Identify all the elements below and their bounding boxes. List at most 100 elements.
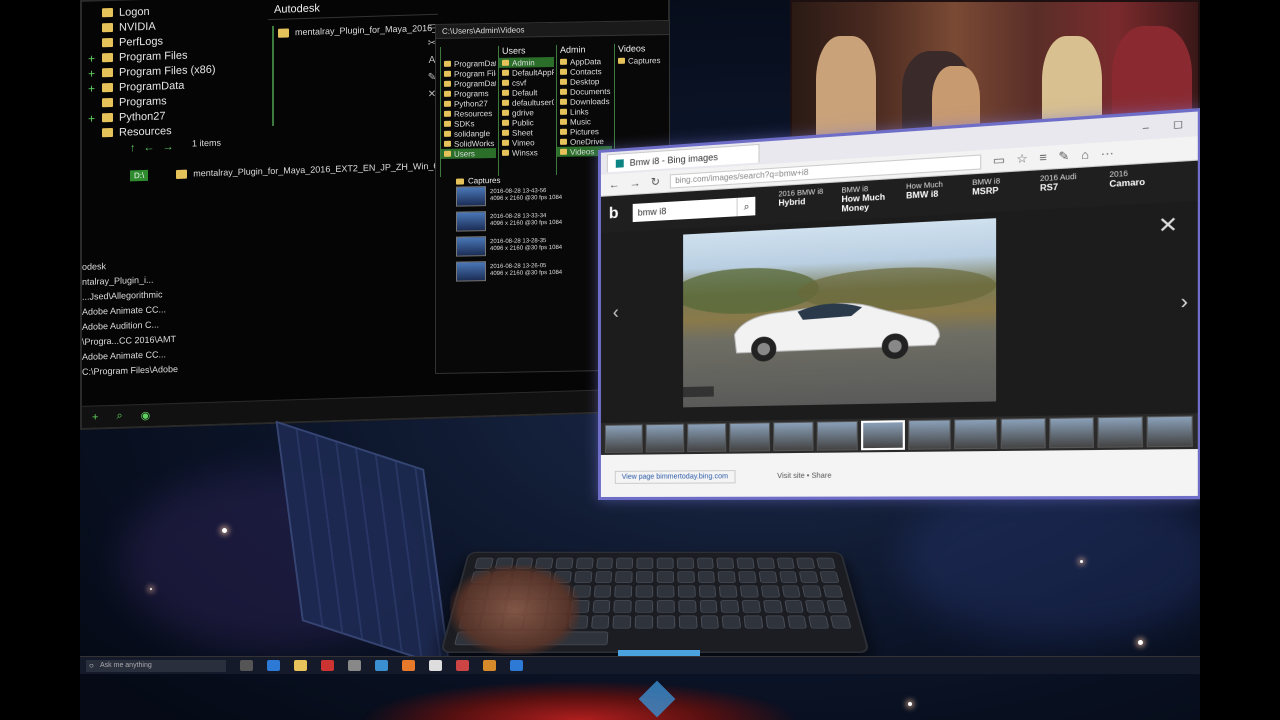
app-icon[interactable]: [375, 660, 388, 671]
keyboard-key[interactable]: [616, 557, 634, 569]
hub-icon[interactable]: ≡: [1039, 151, 1046, 165]
keyboard-key[interactable]: [738, 571, 757, 583]
keyboard-key[interactable]: [739, 585, 759, 598]
image-thumbnail[interactable]: [729, 422, 770, 452]
keyboard-key[interactable]: [677, 571, 695, 583]
folder-item[interactable]: Resources: [441, 108, 496, 119]
recent-item[interactable]: C:\Program Files\Adobe: [82, 363, 202, 382]
keyboard-key[interactable]: [721, 615, 742, 629]
app-icon[interactable]: [321, 660, 334, 671]
search-input[interactable]: bmw i8 ⌕: [632, 196, 756, 223]
keyboard-key[interactable]: [796, 557, 816, 569]
keyboard-key[interactable]: [656, 600, 675, 613]
note-icon[interactable]: ✎: [1059, 149, 1070, 164]
video-file-item[interactable]: 2016-08-28 13-28-35 4096 x 2160 @30 fps 1…: [456, 232, 596, 258]
app-icon[interactable]: [348, 660, 361, 671]
video-file-item[interactable]: 2016-08-28 13-33-34 4096 x 2160 @30 fps 1…: [456, 207, 596, 233]
refresh-icon[interactable]: ↻: [651, 175, 660, 189]
keyboard-key[interactable]: [719, 585, 738, 598]
keyboard-key[interactable]: [678, 600, 697, 613]
keyboard-key[interactable]: [678, 615, 698, 629]
search-icon[interactable]: ⌕: [116, 410, 122, 423]
keyboard-key[interactable]: [656, 585, 675, 598]
reading-view-icon[interactable]: ▭: [993, 153, 1005, 168]
keyboard-key[interactable]: [762, 600, 783, 613]
folder-item[interactable]: Downloads: [557, 96, 612, 107]
expand-icon[interactable]: +: [88, 66, 102, 80]
favorite-star-icon[interactable]: ☆: [1016, 151, 1027, 167]
related-search-item[interactable]: 2016 Camaro: [1109, 168, 1163, 200]
keyboard-key[interactable]: [593, 585, 612, 598]
expand-icon[interactable]: +: [88, 51, 102, 65]
image-thumbnail[interactable]: [772, 421, 814, 452]
keyboard-key[interactable]: [778, 571, 799, 583]
image-thumbnail[interactable]: [1001, 417, 1046, 449]
minimize-icon[interactable]: –: [1143, 121, 1149, 134]
keyboard-key[interactable]: [635, 585, 654, 598]
keyboard-key[interactable]: [636, 557, 654, 569]
folder-item[interactable]: Python27: [441, 98, 496, 109]
keyboard-key[interactable]: [756, 557, 775, 569]
folder-item[interactable]: DefaultAppPool: [499, 67, 554, 78]
related-search-item[interactable]: How Much BMW i8: [906, 181, 956, 212]
image-thumbnail[interactable]: [645, 423, 685, 453]
selected-row[interactable]: D:\ mentalray_Plugin_for_Maya_2016_EXT2_…: [130, 159, 450, 182]
folder-item[interactable]: defaultuser0: [499, 97, 554, 108]
up-arrow-icon[interactable]: ↑: [130, 142, 136, 154]
keyboard-key[interactable]: [613, 600, 632, 613]
keyboard-key[interactable]: [819, 571, 840, 583]
keyboard-key[interactable]: [741, 600, 762, 613]
keyboard-key[interactable]: [614, 585, 633, 598]
video-file-item[interactable]: 2016-08-28 13-26-05 4096 x 2160 @30 fps 1…: [456, 257, 596, 283]
related-search-item[interactable]: BMW i8 MSRP: [972, 177, 1024, 208]
folder-item[interactable]: SolidWorks Data: [441, 138, 496, 149]
app-icon[interactable]: [429, 660, 442, 671]
image-thumbnail[interactable]: [1097, 416, 1143, 448]
keyboard-key[interactable]: [823, 585, 844, 598]
forward-arrow-icon[interactable]: →: [163, 141, 174, 153]
keyboard-key[interactable]: [765, 615, 786, 629]
keyboard-key[interactable]: [786, 615, 808, 629]
edge-icon[interactable]: [267, 660, 280, 671]
folder-item[interactable]: Program Files: [441, 68, 496, 79]
file-explorer-icon[interactable]: [294, 660, 307, 671]
folder-item[interactable]: Users: [441, 147, 496, 159]
keyboard-key[interactable]: [802, 585, 823, 598]
related-search-item[interactable]: BMW i8 How Much Money: [842, 185, 891, 215]
close-icon[interactable]: ✕: [1158, 211, 1178, 240]
image-thumbnail[interactable]: [687, 422, 727, 453]
keyboard-key[interactable]: [656, 557, 674, 569]
back-icon[interactable]: ←: [609, 178, 620, 191]
keyboard-key[interactable]: [656, 571, 674, 583]
car-image[interactable]: [683, 218, 997, 408]
keyboard-key[interactable]: [676, 557, 694, 569]
address-bar[interactable]: C:\Users\Admin\Videos: [436, 20, 669, 40]
settings-icon[interactable]: ◉: [141, 409, 151, 422]
keyboard-key[interactable]: [636, 571, 654, 583]
keyboard-key[interactable]: [635, 600, 654, 613]
keyboard-key[interactable]: [805, 600, 826, 613]
taskbar-search-input[interactable]: Ask me anything: [86, 659, 226, 672]
keyboard-key[interactable]: [781, 585, 802, 598]
keyboard-key[interactable]: [696, 557, 715, 569]
keyboard-key[interactable]: [697, 571, 716, 583]
keyboard-key[interactable]: [808, 615, 830, 629]
expand-icon[interactable]: +: [88, 111, 102, 125]
view-page-button[interactable]: View page bimmertoday.bing.com: [614, 469, 736, 484]
keyboard-key[interactable]: [592, 600, 611, 613]
folder-item[interactable]: Captures: [615, 55, 670, 66]
keyboard-key[interactable]: [826, 600, 848, 613]
image-thumbnail[interactable]: [1048, 417, 1094, 449]
folder-item[interactable]: Documents: [557, 86, 612, 97]
keyboard-key[interactable]: [784, 600, 805, 613]
task-view-icon[interactable]: [240, 660, 253, 671]
related-search-item[interactable]: 2016 BMW i8 Hybrid: [778, 188, 826, 218]
related-search-item[interactable]: 2016 Audi RS7: [1040, 173, 1093, 204]
keyboard-key[interactable]: [736, 557, 755, 569]
keyboard-key[interactable]: [698, 585, 717, 598]
folder-item[interactable]: OneDrive: [557, 136, 612, 147]
keyboard-key[interactable]: [743, 615, 764, 629]
keyboard-key[interactable]: [656, 615, 676, 629]
image-thumbnail[interactable]: [604, 424, 643, 453]
folder-item[interactable]: Programs: [441, 88, 496, 99]
